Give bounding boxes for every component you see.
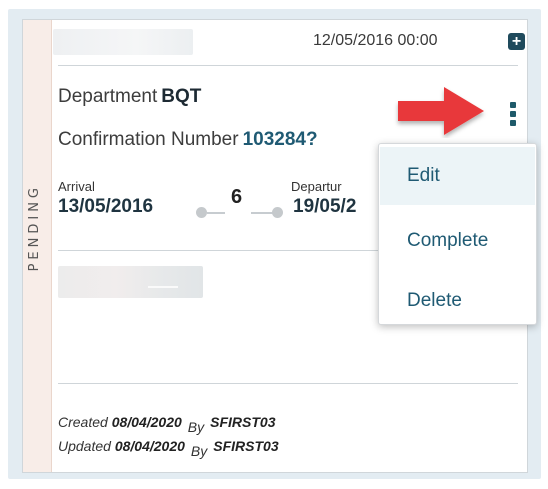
- plus-icon[interactable]: +: [508, 33, 525, 50]
- confirmation-label: Confirmation Number: [58, 129, 239, 150]
- menu-item-complete[interactable]: Complete: [380, 211, 535, 271]
- updated-label: Updated: [58, 438, 111, 454]
- kebab-icon[interactable]: [508, 102, 518, 130]
- arrival-label: Arrival: [58, 179, 95, 194]
- nights-count: 6: [231, 186, 243, 208]
- divider: [58, 65, 518, 66]
- menu-item-delete[interactable]: Delete: [380, 271, 535, 331]
- by-label: By: [187, 419, 205, 435]
- header-datetime: 12/05/2016 00:00: [313, 32, 438, 49]
- menu-item-edit[interactable]: Edit: [380, 147, 535, 205]
- timeline-dot: [196, 207, 207, 218]
- created-by: SFIRST03: [210, 414, 276, 430]
- created-date: 08/04/2020: [111, 414, 182, 430]
- departure-date: 19/05/2: [293, 196, 357, 217]
- updated-by: SFIRST03: [213, 438, 279, 454]
- updated-row: Updated 08/04/2020 By SFIRST03: [58, 438, 279, 459]
- timeline-connector: [207, 212, 225, 214]
- redacted-title: [53, 29, 193, 55]
- redacted-guest: [58, 266, 203, 298]
- timeline-dot: [272, 207, 283, 218]
- department-row: Department BQT: [58, 86, 201, 108]
- updated-date: 08/04/2020: [114, 438, 185, 454]
- divider: [58, 383, 518, 384]
- confirmation-value[interactable]: 103284?: [243, 129, 318, 150]
- departure-label: Departur: [291, 179, 342, 194]
- by-label: By: [190, 443, 208, 459]
- arrival-date: 13/05/2016: [58, 196, 154, 217]
- timeline-connector: [251, 212, 273, 214]
- red-arrow-icon: [398, 87, 484, 135]
- context-menu: Edit Complete Delete: [378, 143, 537, 325]
- department-label: Department: [58, 86, 158, 107]
- created-label: Created: [58, 414, 108, 430]
- status-label: PENDING: [27, 184, 42, 272]
- created-row: Created 08/04/2020 By SFIRST03: [58, 414, 276, 435]
- confirmation-row: Confirmation Number 103284?: [58, 129, 318, 151]
- status-strip: PENDING: [23, 20, 52, 472]
- department-value: BQT: [161, 86, 202, 107]
